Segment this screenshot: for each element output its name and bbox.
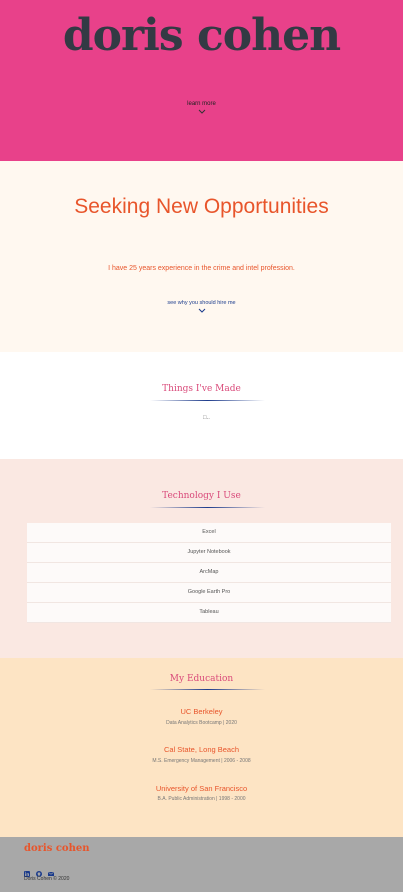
projects-title: Things I've Made xyxy=(162,384,241,394)
education-detail: Data Analytics Bootcamp | 2020 xyxy=(166,720,237,726)
projects-section: Things I've Made □.. xyxy=(0,352,403,459)
technology-title: Technology I Use xyxy=(162,491,241,501)
technology-list: Excel Jupyter Notebook ArcMap Google Ear… xyxy=(27,523,391,623)
list-item: Tableau xyxy=(27,603,391,623)
divider xyxy=(150,400,265,401)
education-detail: B.A. Public Administration | 1998 - 2000 xyxy=(157,796,246,802)
chevron-down-icon xyxy=(198,308,205,313)
list-item: Google Earth Pro xyxy=(27,583,391,603)
opportunities-text: I have 25 years experience in the crime … xyxy=(108,265,295,272)
broken-image-icon: □.. xyxy=(203,415,210,421)
github-icon[interactable] xyxy=(36,864,42,877)
education-title: My Education xyxy=(169,674,234,684)
email-icon[interactable] xyxy=(48,864,54,876)
hero-section: doris cohen learn more xyxy=(0,0,403,161)
hire-me-label: see why you should hire me xyxy=(167,300,236,306)
technology-section: Technology I Use Excel Jupyter Notebook … xyxy=(0,459,403,658)
learn-more-label: learn more xyxy=(187,101,216,107)
divider xyxy=(150,507,265,508)
linkedin-icon[interactable] xyxy=(24,864,30,877)
hire-me-link[interactable]: see why you should hire me xyxy=(0,300,403,313)
education-section: My Education UC Berkeley Data Analytics … xyxy=(0,658,403,837)
footer: doris cohen Doris Cohen © 2020 xyxy=(0,837,403,892)
education-school: Cal State, Long Beach xyxy=(163,745,240,754)
hero-title: doris cohen xyxy=(62,10,341,61)
education-detail: M.S. Emergency Management | 2006 - 2008 xyxy=(152,758,251,764)
social-links xyxy=(24,864,54,877)
list-item: ArcMap xyxy=(27,563,391,583)
divider xyxy=(150,689,265,690)
list-item: Jupyter Notebook xyxy=(27,543,391,563)
list-item: Excel xyxy=(27,523,391,543)
footer-name: doris cohen xyxy=(24,843,90,854)
copyright: Doris Cohen © 2020 xyxy=(24,876,70,882)
chevron-down-icon xyxy=(198,109,205,114)
education-school: University of San Francisco xyxy=(155,784,248,793)
opportunities-title: Seeking New Opportunities xyxy=(74,195,329,218)
opportunities-section: Seeking New Opportunities I have 25 year… xyxy=(0,161,403,352)
education-school: UC Berkeley xyxy=(180,707,223,716)
learn-more-link[interactable]: learn more xyxy=(0,101,403,114)
